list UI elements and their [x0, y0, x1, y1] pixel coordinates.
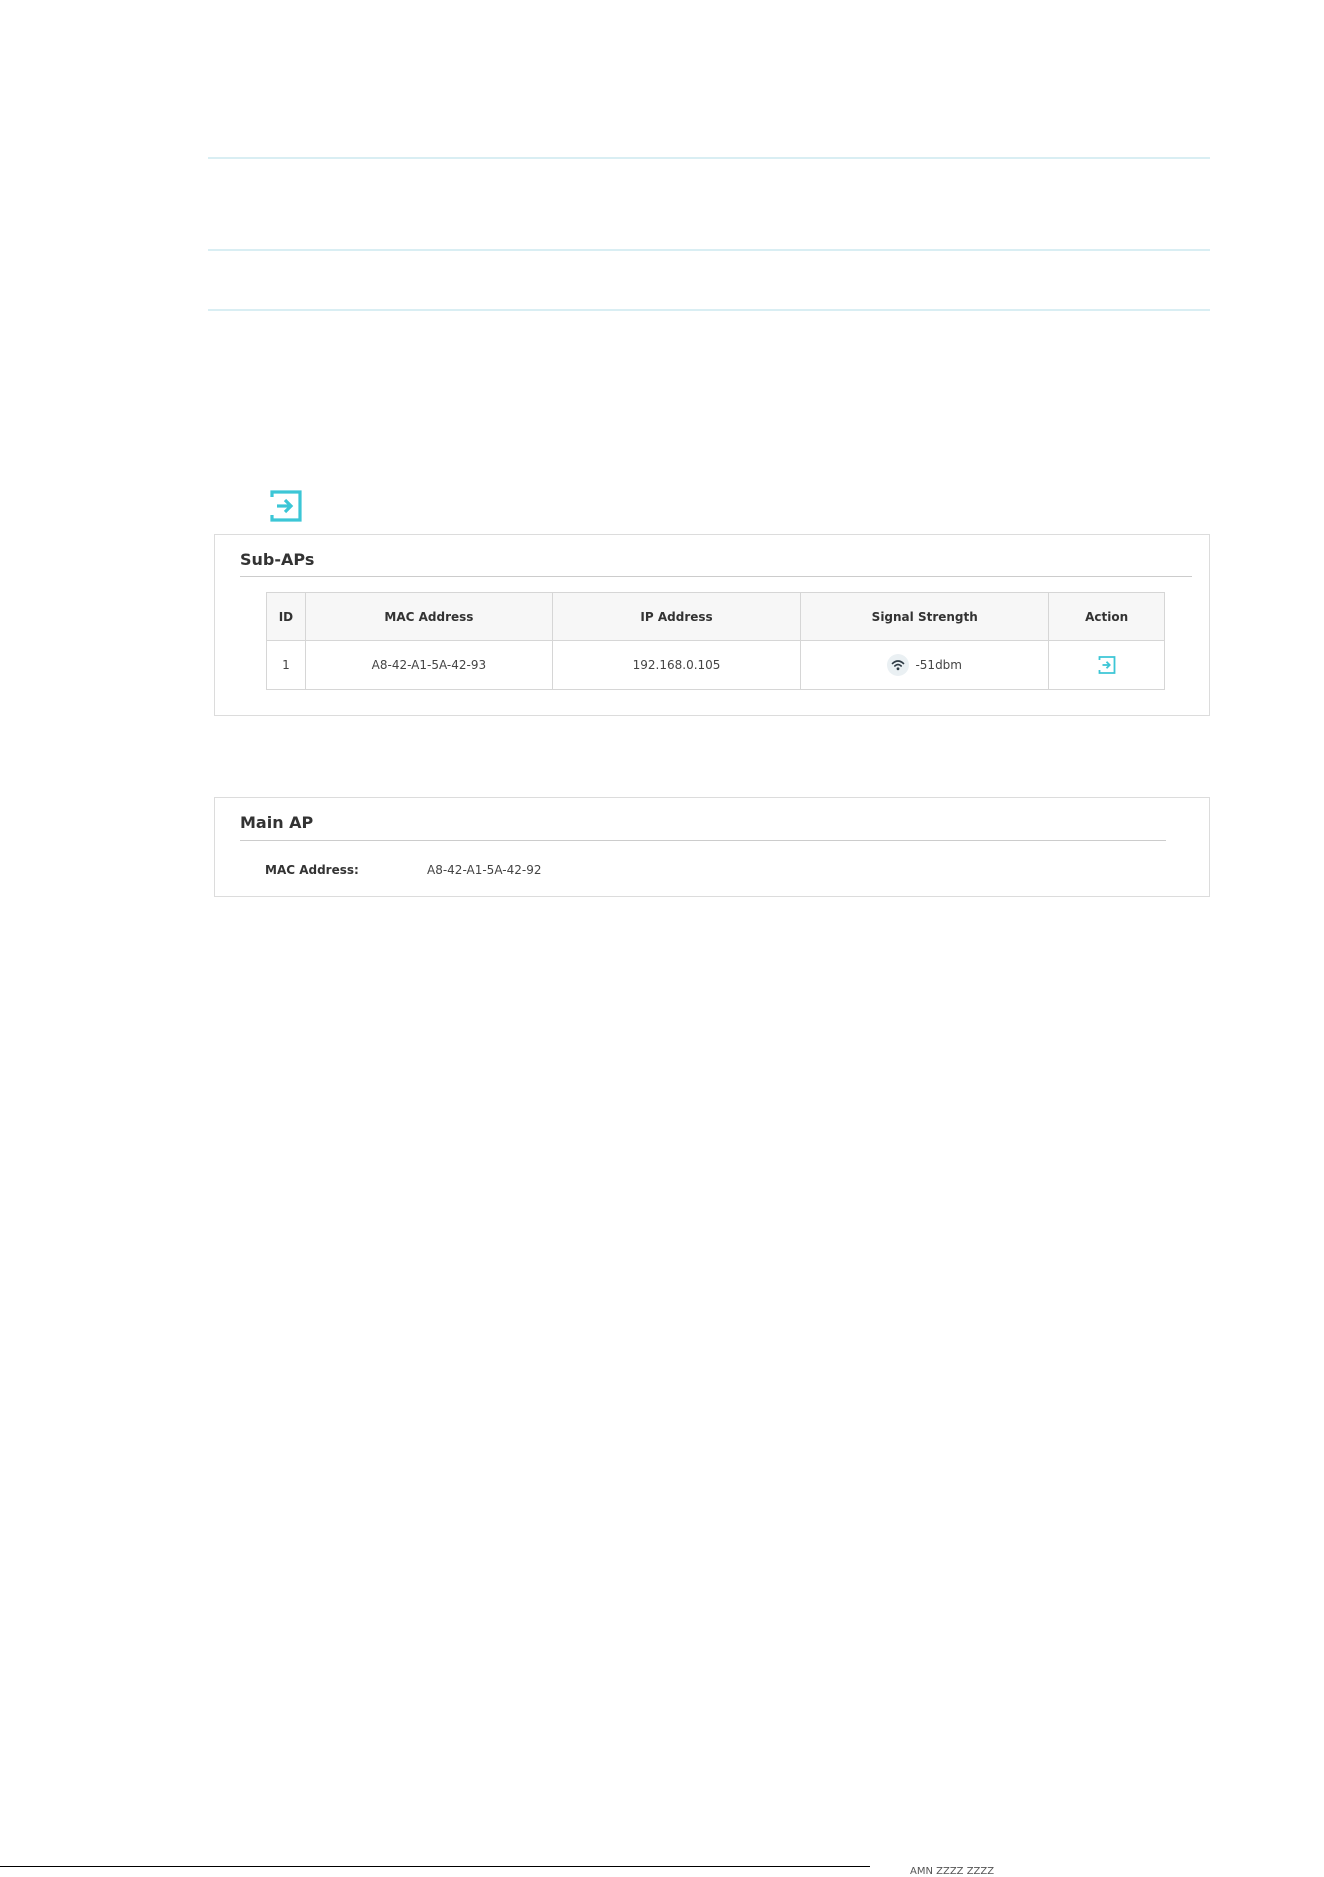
- column-header-signal-strength: Signal Strength: [800, 592, 1050, 641]
- top-divider-1: [208, 157, 1210, 159]
- table-row: 1 A8-42-A1-5A-42-93 192.168.0.105 -51dbm: [266, 640, 1165, 690]
- top-divider-2: [208, 249, 1210, 251]
- column-header-id: ID: [266, 592, 306, 641]
- column-header-mac-address: MAC Address: [304, 592, 553, 641]
- main-ap-title-rule: [240, 840, 1166, 841]
- signal-display: -51dbm: [887, 654, 962, 676]
- login-icon: [270, 490, 302, 522]
- column-header-ip-address: IP Address: [551, 592, 802, 641]
- table-header-row: ID MAC Address IP Address Signal Strengt…: [266, 592, 1165, 641]
- main-ap-mac-label: MAC Address:: [265, 863, 359, 877]
- top-divider-3: [208, 309, 1210, 311]
- cell-ip-address: 192.168.0.105: [551, 640, 802, 690]
- cell-action: [1048, 640, 1165, 690]
- cell-id: 1: [266, 640, 306, 690]
- sub-aps-panel: Sub-APs ID MAC Address IP Address Signal…: [214, 534, 1210, 716]
- main-ap-title: Main AP: [240, 813, 314, 832]
- cell-mac-address: A8-42-A1-5A-42-93: [304, 640, 553, 690]
- sub-aps-title: Sub-APs: [240, 550, 315, 569]
- main-ap-mac-value: A8-42-A1-5A-42-92: [427, 863, 542, 877]
- wifi-signal-icon: [887, 654, 910, 676]
- main-ap-panel: Main AP MAC Address: A8-42-A1-5A-42-92: [214, 797, 1210, 897]
- sub-aps-title-rule: [240, 576, 1192, 577]
- login-icon[interactable]: [1097, 655, 1117, 675]
- footer-rule: [0, 1866, 870, 1867]
- cell-signal-strength: -51dbm: [800, 640, 1050, 690]
- column-header-action: Action: [1048, 592, 1165, 641]
- signal-value: -51dbm: [915, 658, 962, 672]
- sub-aps-table: ID MAC Address IP Address Signal Strengt…: [266, 592, 1165, 690]
